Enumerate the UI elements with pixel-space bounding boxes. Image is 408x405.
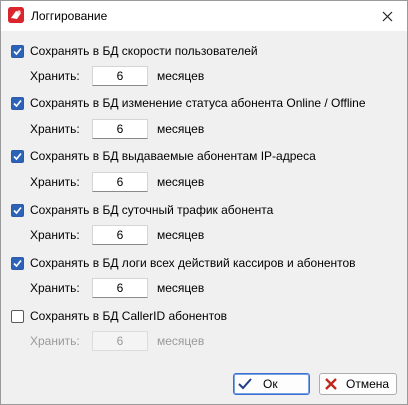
retention-row: Хранить: 6 месяцев xyxy=(30,172,204,192)
option-label: Сохранять в БД суточный трафик абонента xyxy=(30,203,274,217)
months-unit: месяцев xyxy=(157,122,205,136)
months-input[interactable]: 6 xyxy=(92,225,148,245)
keep-label: Хранить: xyxy=(30,175,80,189)
cross-icon xyxy=(323,376,339,392)
months-input[interactable]: 6 xyxy=(92,172,148,192)
option-label: Сохранять в БД выдаваемые абонентам IP-а… xyxy=(30,149,316,163)
close-icon xyxy=(382,11,392,21)
months-unit: месяцев xyxy=(157,175,205,189)
logging-dialog: Логгирование Сохранять в БД скорости пол… xyxy=(0,0,408,405)
months-unit: месяцев xyxy=(157,228,205,242)
check-icon xyxy=(237,376,253,392)
option-action-logs[interactable]: Сохранять в БД логи всех действий кассир… xyxy=(11,255,356,271)
months-unit: месяцев xyxy=(157,69,205,83)
checkmark-icon xyxy=(13,206,22,214)
months-unit: месяцев xyxy=(157,334,205,348)
close-button[interactable] xyxy=(373,3,401,29)
checkbox-ip-addresses[interactable] xyxy=(11,149,24,163)
cancel-label: Отмена xyxy=(346,377,390,391)
retention-row: Хранить: 6 месяцев xyxy=(30,66,204,86)
retention-row: Хранить: 6 месяцев xyxy=(30,278,204,298)
keep-label: Хранить: xyxy=(30,228,80,242)
keep-label: Хранить: xyxy=(30,122,80,136)
checkmark-icon xyxy=(13,47,22,55)
checkbox-daily-traffic[interactable] xyxy=(11,203,24,217)
option-daily-traffic[interactable]: Сохранять в БД суточный трафик абонента xyxy=(11,202,273,218)
months-input[interactable]: 6 xyxy=(92,66,148,86)
checkbox-user-speeds[interactable] xyxy=(11,44,24,58)
option-user-speeds[interactable]: Сохранять в БД скорости пользователей xyxy=(11,43,258,59)
option-label: Сохранять в БД CallerID абонентов xyxy=(30,309,228,323)
months-input[interactable]: 6 xyxy=(92,119,148,139)
retention-row: Хранить: 6 месяцев xyxy=(30,119,204,139)
checkbox-action-logs[interactable] xyxy=(11,256,24,270)
cancel-button[interactable]: Отмена xyxy=(319,373,397,395)
option-label: Сохранять в БД скорости пользователей xyxy=(30,44,258,58)
ok-button[interactable]: Ок xyxy=(233,373,310,395)
option-label: Сохранять в БД изменение статуса абонент… xyxy=(30,96,366,110)
window-title: Логгирование xyxy=(31,9,108,23)
keep-label: Хранить: xyxy=(30,281,80,295)
checkbox-caller-id[interactable] xyxy=(11,309,24,323)
option-ip-addresses[interactable]: Сохранять в БД выдаваемые абонентам IP-а… xyxy=(11,148,316,164)
ok-label: Ок xyxy=(263,377,278,391)
option-label: Сохранять в БД логи всех действий кассир… xyxy=(30,256,356,270)
title-bar: Логгирование xyxy=(1,1,407,31)
checkmark-icon xyxy=(13,152,22,160)
checkbox-online-status[interactable] xyxy=(11,96,24,110)
checkmark-icon xyxy=(13,99,22,107)
months-input[interactable]: 6 xyxy=(92,278,148,298)
option-caller-id[interactable]: Сохранять в БД CallerID абонентов xyxy=(11,308,227,324)
retention-row: Хранить: 6 месяцев xyxy=(30,331,204,351)
app-logo-icon xyxy=(8,7,24,23)
dialog-content: Сохранять в БД скорости пользователей Хр… xyxy=(1,31,407,404)
retention-row: Хранить: 6 месяцев xyxy=(30,225,204,245)
keep-label: Хранить: xyxy=(30,334,80,348)
option-online-status[interactable]: Сохранять в БД изменение статуса абонент… xyxy=(11,95,366,111)
months-input: 6 xyxy=(92,331,148,351)
checkmark-icon xyxy=(13,259,22,267)
keep-label: Хранить: xyxy=(30,69,80,83)
months-unit: месяцев xyxy=(157,281,205,295)
